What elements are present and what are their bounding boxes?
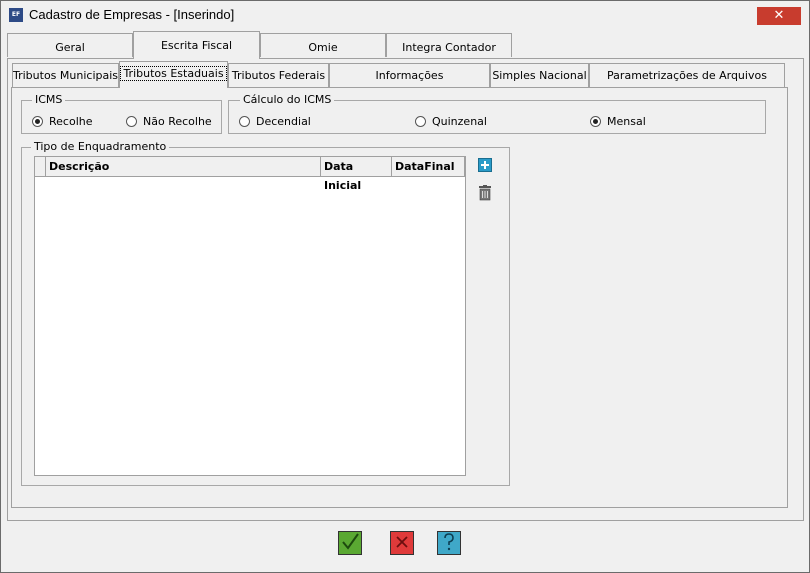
tab-tributos-federais[interactable]: Tributos Federais bbox=[228, 63, 329, 87]
radio-label: Mensal bbox=[607, 115, 646, 128]
radio-circle bbox=[32, 116, 43, 127]
radio-circle bbox=[590, 116, 601, 127]
radio-nao-recolhe[interactable]: Não Recolhe bbox=[126, 115, 212, 128]
tab-tributos-estaduais[interactable]: Tributos Estaduais bbox=[119, 61, 228, 88]
help-button[interactable] bbox=[437, 531, 461, 555]
column-data-final[interactable]: DataFinal bbox=[392, 157, 465, 176]
tab-label: Escrita Fiscal bbox=[160, 39, 233, 52]
x-icon bbox=[394, 534, 410, 553]
tab-integra-contador[interactable]: Integra Contador bbox=[386, 33, 512, 57]
tab-omie[interactable]: Omie bbox=[260, 33, 386, 57]
radio-mensal[interactable]: Mensal bbox=[590, 115, 646, 128]
radio-circle bbox=[415, 116, 426, 127]
tab-label: Simples Nacional bbox=[492, 69, 587, 82]
column-data-inicial[interactable]: Data Inicial bbox=[321, 157, 392, 192]
calculo-icms-group: Cálculo do ICMS Decendial Quinzenal Mens… bbox=[228, 93, 766, 134]
column-descricao[interactable]: Descrição bbox=[46, 157, 321, 176]
radio-selected-dot bbox=[593, 119, 598, 124]
tab-label: Tributos Federais bbox=[231, 69, 326, 82]
radio-label: Quinzenal bbox=[432, 115, 487, 128]
radio-decendial[interactable]: Decendial bbox=[239, 115, 311, 128]
radio-recolhe[interactable]: Recolhe bbox=[32, 115, 93, 128]
tab-informacoes-complementares[interactable]: Informações Complementares bbox=[329, 63, 490, 106]
tab-geral[interactable]: Geral bbox=[7, 33, 133, 57]
radio-circle bbox=[239, 116, 250, 127]
tab-label: Geral bbox=[55, 41, 85, 54]
icms-group: ICMS Recolhe Não Recolhe bbox=[21, 93, 222, 134]
trash-icon[interactable] bbox=[478, 185, 492, 201]
calculo-icms-group-label: Cálculo do ICMS bbox=[240, 93, 335, 106]
grid-header: Descrição Data Inicial DataFinal bbox=[35, 157, 465, 192]
radio-label: Recolhe bbox=[49, 115, 93, 128]
check-icon bbox=[340, 532, 360, 555]
tab-tributos-municipais[interactable]: Tributos Municipais bbox=[12, 63, 119, 87]
tab-label: Tributos Estaduais bbox=[120, 66, 227, 81]
title-bar: EF Cadastro de Empresas - [Inserindo] ✕ bbox=[1, 1, 809, 30]
radio-circle bbox=[126, 116, 137, 127]
app-icon: EF bbox=[9, 8, 23, 22]
radio-label: Decendial bbox=[256, 115, 311, 128]
radio-quinzenal[interactable]: Quinzenal bbox=[415, 115, 487, 128]
close-button[interactable]: ✕ bbox=[757, 7, 801, 25]
row-indicator-header bbox=[35, 157, 46, 176]
confirm-button[interactable] bbox=[338, 531, 362, 555]
enquadramento-group-label: Tipo de Enquadramento bbox=[31, 140, 170, 153]
main-window: EF Cadastro de Empresas - [Inserindo] ✕ … bbox=[0, 0, 810, 573]
tab-parametrizacoes[interactable]: Parametrizações de Arquivos Digitais bbox=[589, 63, 785, 106]
add-icon[interactable] bbox=[478, 158, 492, 172]
radio-selected-dot bbox=[35, 119, 40, 124]
question-icon bbox=[441, 532, 457, 555]
cancel-button[interactable] bbox=[390, 531, 414, 555]
tab-label: Omie bbox=[308, 41, 338, 54]
icms-group-label: ICMS bbox=[32, 93, 66, 106]
tab-label: Tributos Municipais bbox=[13, 69, 119, 82]
tab-simples-nacional[interactable]: Simples Nacional bbox=[490, 63, 589, 87]
enquadramento-grid[interactable]: Descrição Data Inicial DataFinal bbox=[34, 156, 466, 476]
window-title: Cadastro de Empresas - [Inserindo] bbox=[29, 7, 235, 22]
radio-label: Não Recolhe bbox=[143, 115, 212, 128]
tab-label: Integra Contador bbox=[402, 41, 496, 54]
tab-escrita-fiscal[interactable]: Escrita Fiscal bbox=[133, 31, 260, 59]
